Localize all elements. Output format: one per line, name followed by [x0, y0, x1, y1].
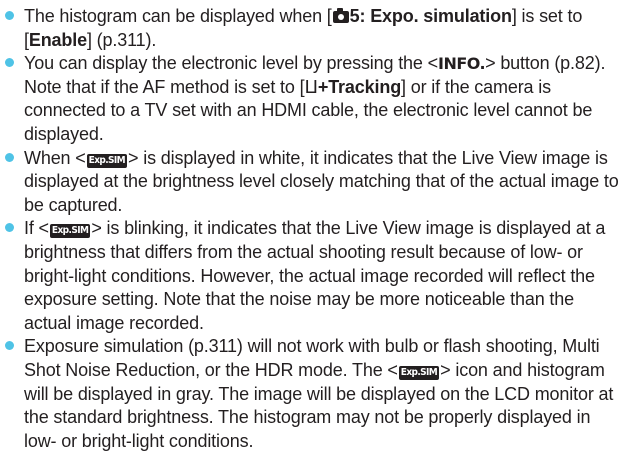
face-tracking-icon: ⵡ — [304, 76, 318, 97]
note-electronic-level: You can display the electronic level by … — [4, 52, 619, 146]
note-expsim-white: When < Exp.SIM > is displayed in white, it… — [4, 147, 619, 218]
note-expsim-blinking: If < Exp.SIM > is blinking, it indicates t… — [4, 217, 619, 335]
note-text: When < — [24, 147, 86, 168]
exp-sim-icon: Exp.SIM — [398, 365, 440, 380]
bullet-dot-icon — [5, 58, 14, 68]
bullet-dot-icon — [5, 223, 14, 233]
bullet-dot-icon — [5, 11, 14, 20]
note-text: If < — [24, 218, 49, 239]
setting-value: Enable — [28, 29, 87, 50]
bullet-dot-icon — [5, 341, 14, 351]
note-text: The histogram can be displayed when [ — [24, 6, 332, 26]
af-method-ref: ⵡ+Tracking — [304, 76, 402, 97]
info-button-label: INFO. — [438, 54, 486, 74]
camera-icon — [332, 8, 349, 23]
note-histogram: The histogram can be displayed when [5: … — [4, 5, 619, 52]
note-text: ] (p.311). — [86, 29, 157, 50]
notes-list: The histogram can be displayed when [5: … — [4, 5, 619, 453]
note-text: You can display the electronic level by … — [24, 53, 438, 74]
note-expsim-limitations: Exposure simulation (p.311) will not wor… — [4, 335, 619, 453]
manual-page: The histogram can be displayed when [5: … — [0, 0, 625, 456]
exp-sim-icon: Exp.SIM — [86, 153, 128, 168]
bullet-dot-icon — [5, 152, 14, 162]
menu-setting-ref: 5: Expo. simulation — [332, 6, 512, 26]
exp-sim-icon: Exp.SIM — [49, 224, 91, 239]
note-text: > is blinking, it indicates that the Liv… — [24, 218, 606, 333]
